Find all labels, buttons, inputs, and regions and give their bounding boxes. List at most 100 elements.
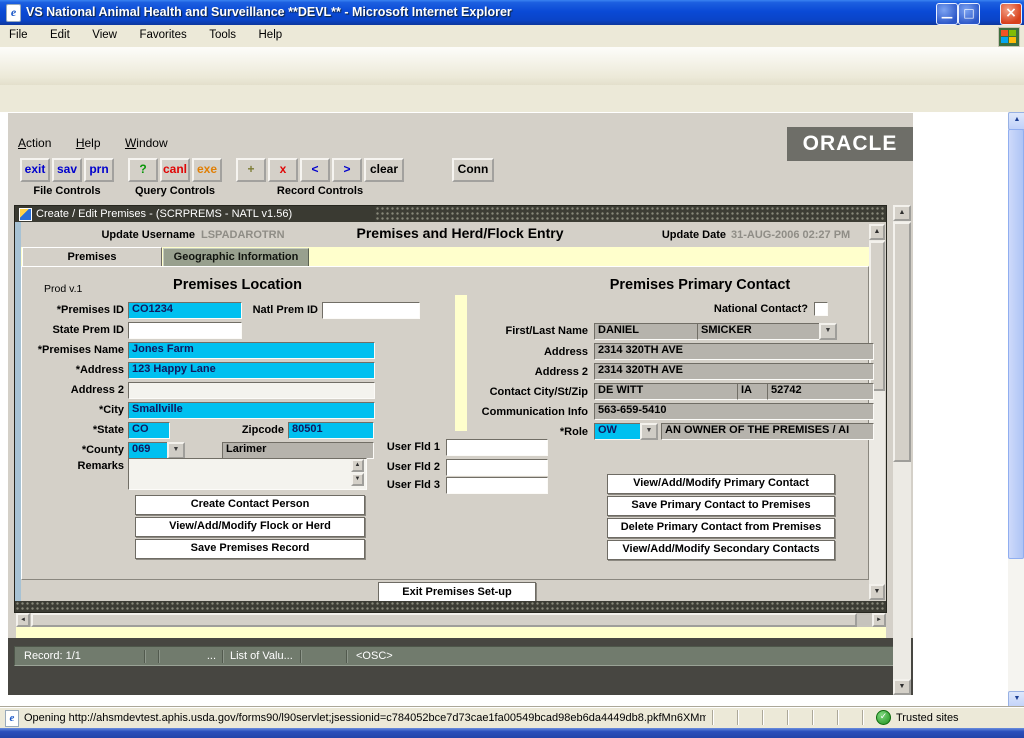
minimize-button[interactable]: —: [936, 3, 958, 25]
county-label: *County: [10, 444, 124, 456]
national-contact-label: National Contact?: [690, 303, 808, 315]
clear-button[interactable]: clear: [364, 158, 404, 182]
cancel-query-button[interactable]: canl: [160, 158, 190, 182]
delete-primary-contact-button[interactable]: Delete Primary Contact from Premises: [607, 518, 835, 538]
list-of-values-status: List of Valu...: [230, 650, 293, 662]
enter-query-button[interactable]: ?: [128, 158, 158, 182]
contact-state-field[interactable]: IA: [737, 383, 769, 400]
h-scroll-left-icon[interactable]: ◄: [16, 613, 30, 627]
view-add-modify-primary-contact-button[interactable]: View/Add/Modify Primary Contact: [607, 474, 835, 494]
view-add-modify-flock-herd-button[interactable]: View/Add/Modify Flock or Herd: [135, 517, 365, 537]
first-name-field[interactable]: DANIEL: [594, 323, 702, 340]
city-label: *City: [10, 404, 124, 416]
remarks-textarea[interactable]: [128, 458, 367, 490]
close-button[interactable]: ×: [1000, 3, 1022, 25]
state-prem-id-field[interactable]: [128, 322, 242, 339]
statusbar-separator: [222, 650, 223, 663]
state-field[interactable]: CO: [128, 422, 170, 439]
save-premises-record-button[interactable]: Save Premises Record: [135, 539, 365, 559]
save-primary-contact-button[interactable]: Save Primary Contact to Premises: [607, 496, 835, 516]
statusbar-separator: [300, 650, 301, 663]
titlebar-texture: [375, 206, 886, 222]
execute-query-button[interactable]: exe: [192, 158, 222, 182]
forms-menu-help[interactable]: Help: [76, 136, 101, 150]
menu-file[interactable]: File: [0, 25, 37, 41]
premises-address2-field[interactable]: [128, 382, 375, 399]
create-contact-person-button[interactable]: Create Contact Person: [135, 495, 365, 515]
print-button-toolbar[interactable]: prn: [84, 158, 114, 182]
role-code-field[interactable]: OW: [594, 423, 644, 440]
natl-prem-id-field[interactable]: [322, 302, 420, 319]
statusbar-separator: [144, 650, 145, 663]
contact-address2-label: Address 2: [430, 366, 588, 378]
next-record-button[interactable]: >: [332, 158, 362, 182]
user-fld3-label: User Fld 3: [378, 479, 440, 491]
menu-tools[interactable]: Tools: [200, 25, 245, 41]
user-fld1-field[interactable]: [446, 439, 548, 456]
contact-address-label: Address: [430, 346, 588, 358]
county-dropdown-icon[interactable]: ▼: [167, 442, 185, 459]
previous-record-button[interactable]: <: [300, 158, 330, 182]
delete-record-button[interactable]: x: [268, 158, 298, 182]
view-add-modify-secondary-contacts-button[interactable]: View/Add/Modify Secondary Contacts: [607, 540, 835, 560]
exit-button-toolbar[interactable]: exit: [20, 158, 50, 182]
user-fld2-field[interactable]: [446, 459, 548, 476]
maximize-button[interactable]: □: [958, 3, 980, 25]
ie-logo-icon: e: [6, 4, 21, 22]
address-bar: Address e ▼ → Go Links »: [0, 85, 1024, 113]
status-pane-separator: [862, 710, 863, 725]
h-scroll-right-icon[interactable]: ►: [872, 613, 886, 627]
premises-name-field[interactable]: Jones Farm: [128, 342, 375, 359]
tab-premises[interactable]: Premises: [22, 247, 162, 267]
first-last-name-label: First/Last Name: [430, 325, 588, 337]
update-username-label: Update Username: [75, 229, 195, 241]
record-controls-label: Record Controls: [262, 185, 378, 197]
browser-scrollbar-thumb[interactable]: [1008, 129, 1024, 559]
premises-address-label: *Address: [10, 364, 124, 376]
form-window-titlebar[interactable]: Create / Edit Premises - (SCRPREMS - NAT…: [15, 206, 886, 222]
remarks-label: Remarks: [10, 460, 124, 472]
forms-menu-action[interactable]: Action: [18, 136, 51, 150]
communication-info-field[interactable]: 563-659-5410: [594, 403, 874, 420]
applet-scroll-down-icon[interactable]: ▼: [893, 679, 911, 695]
record-count-status: Record: 1/1: [24, 650, 81, 662]
exit-premises-setup-button[interactable]: Exit Premises Set-up: [378, 582, 536, 603]
menu-edit[interactable]: Edit: [41, 25, 79, 41]
form-scroll-up-icon[interactable]: ▲: [869, 224, 885, 240]
remarks-scroll-down-icon[interactable]: ▼: [351, 473, 364, 486]
form-scroll-down-icon[interactable]: ▼: [869, 584, 885, 600]
city-field[interactable]: Smallville: [128, 402, 375, 419]
menu-help[interactable]: Help: [250, 25, 292, 41]
user-fld3-field[interactable]: [446, 477, 548, 494]
contact-zip-field[interactable]: 52742: [767, 383, 874, 400]
contact-city-st-zip-label: Contact City/St/Zip: [430, 386, 588, 398]
applet-scroll-up-icon[interactable]: ▲: [893, 205, 911, 221]
remarks-scroll-up-icon[interactable]: ▲: [351, 459, 364, 472]
window-titlebar: e VS National Animal Health and Surveill…: [0, 0, 1024, 25]
last-name-field[interactable]: SMICKER: [697, 323, 823, 340]
tab-geographic-information[interactable]: Geographic Information: [163, 248, 309, 267]
trusted-sites-icon: ✓: [876, 710, 891, 725]
premises-address-field[interactable]: 123 Happy Lane: [128, 362, 375, 379]
role-dropdown-icon[interactable]: ▼: [640, 423, 658, 440]
premises-id-field[interactable]: CO1234: [128, 302, 242, 319]
county-name-field: Larimer: [222, 442, 374, 459]
contact-city-field[interactable]: DE WITT: [594, 383, 740, 400]
forms-menu-window[interactable]: Window: [125, 136, 168, 150]
menu-favorites[interactable]: Favorites: [130, 25, 195, 41]
zipcode-field[interactable]: 80501: [288, 422, 374, 439]
menu-view[interactable]: View: [83, 25, 126, 41]
national-contact-checkbox[interactable]: [814, 302, 828, 316]
conn-button[interactable]: Conn: [452, 158, 494, 182]
h-scrollbar-thumb[interactable]: [31, 613, 857, 627]
status-pane-separator: [812, 710, 813, 725]
county-code-field[interactable]: 069: [128, 442, 170, 459]
add-record-button[interactable]: +: [236, 158, 266, 182]
save-button-toolbar[interactable]: sav: [52, 158, 82, 182]
browser-scroll-up-icon[interactable]: ▲: [1008, 112, 1024, 130]
applet-scrollbar-thumb[interactable]: [893, 222, 911, 462]
contact-address-field[interactable]: 2314 320TH AVE: [594, 343, 874, 360]
name-dropdown-icon[interactable]: ▼: [819, 323, 837, 340]
status-pane-separator: [762, 710, 763, 725]
contact-address2-field[interactable]: 2314 320TH AVE: [594, 363, 874, 380]
